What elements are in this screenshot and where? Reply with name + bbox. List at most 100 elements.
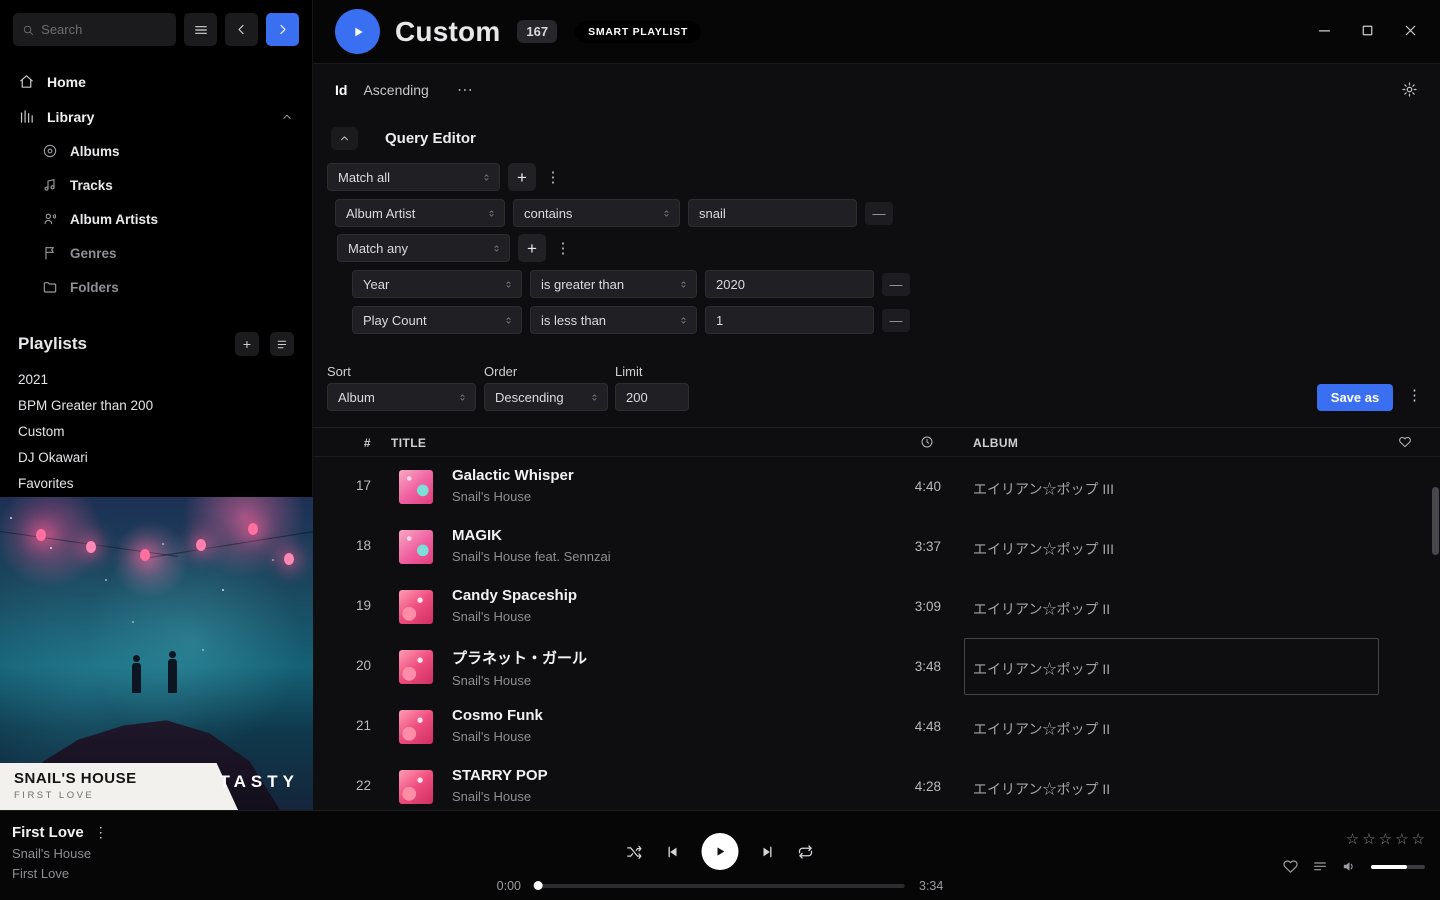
minus-icon: — [890,277,903,292]
menu-button[interactable] [184,13,217,46]
table-row[interactable]: 20 プラネット・ガールSnail's House 3:48 エイリアン☆ポップ… [313,637,1440,697]
table-row[interactable]: 21 Cosmo FunkSnail's House 4:48 エイリアン☆ポッ… [313,697,1440,757]
play-pause-button[interactable] [702,833,739,870]
match-mode-select[interactable]: Match all [327,163,500,191]
limit-input[interactable] [615,383,689,411]
volume-button[interactable] [1341,858,1358,875]
rule-value-input[interactable] [705,270,874,298]
sort-select[interactable]: Album [327,383,476,411]
search-input[interactable] [41,22,167,37]
column-header-title[interactable]: TITLE [391,436,426,450]
now-playing-options-button[interactable]: ⋮ [94,824,108,841]
playlist-item[interactable]: 2021 [0,366,312,392]
remove-rule-button[interactable]: — [882,273,910,296]
match-mode-select[interactable]: Match any [337,234,510,262]
sort-label: Sort [327,364,351,379]
maximize-button[interactable] [1359,22,1376,39]
playlist-item[interactable]: Favorites [0,470,312,496]
heart-icon [1282,858,1299,875]
column-header-album[interactable]: ALBUM [973,436,1018,450]
collapse-query-editor-button[interactable] [331,127,358,150]
save-options-button[interactable]: ⋮ [1407,386,1422,404]
now-playing-album: First Love [12,866,108,881]
add-playlist-button[interactable]: + [235,332,259,356]
seek-slider[interactable] [535,884,905,888]
close-button[interactable] [1402,22,1419,39]
seek-knob[interactable] [534,881,543,890]
sort-field-button[interactable]: Id [335,82,347,98]
rule-value-input[interactable] [688,199,857,227]
library-sublist: Albums Tracks Album Artists Genres Folde… [0,134,312,304]
sidebar-item-album-artists[interactable]: Album Artists [0,202,312,236]
rule-value-input[interactable] [705,306,874,334]
column-header-duration[interactable] [920,435,934,449]
remove-rule-button[interactable]: — [865,202,893,225]
sidebar-item-home[interactable]: Home [0,64,312,99]
rule-field-select[interactable]: Year [352,270,522,298]
limit-label: Limit [615,364,642,379]
chevron-up-icon [338,132,351,145]
queue-button[interactable] [1312,859,1328,875]
chevron-up-icon[interactable] [280,110,294,124]
select-arrows-icon [678,315,689,326]
table-row[interactable]: 17 Galactic WhisperSnail's House 4:40 エイ… [313,457,1440,517]
playlist-header: Custom 167 SMART PLAYLIST [313,0,1440,64]
track-title: Cosmo Funk [452,707,543,724]
column-header-index[interactable]: # [349,436,371,450]
settings-button[interactable] [1401,81,1418,98]
back-button[interactable] [225,13,258,46]
add-rule-button[interactable]: + [508,163,536,191]
group-options-button[interactable]: ⋮ [554,234,572,262]
order-select[interactable]: Descending [484,383,608,411]
search-box[interactable] [13,13,176,46]
save-as-button[interactable]: Save as [1317,384,1393,411]
rule-operator-select[interactable]: is less than [530,306,697,334]
rule-field-select[interactable]: Album Artist [335,199,505,227]
track-artist: Snail's House feat. Sennzai [452,549,611,564]
minus-icon: — [873,206,886,221]
playlist-item[interactable]: Custom [0,418,312,444]
shuffle-button[interactable] [626,843,644,861]
rule-operator-select[interactable]: contains [513,199,680,227]
page-title: Custom [395,16,500,48]
next-button[interactable] [760,844,776,860]
forward-button[interactable] [266,13,299,46]
sidebar-item-albums[interactable]: Albums [0,134,312,168]
lantern [284,553,294,565]
playlist-list-button[interactable] [270,332,294,356]
rule-field-select[interactable]: Play Count [352,306,522,334]
track-table: # TITLE ALBUM 17 Galactic WhisperSnail's… [313,427,1440,810]
playlist-item[interactable]: BPM Greater than 200 [0,392,312,418]
sidebar-item-genres[interactable]: Genres [0,236,312,270]
add-rule-button[interactable]: + [518,234,546,262]
table-row[interactable]: 18 MAGIKSnail's House feat. Sennzai 3:37… [313,517,1440,577]
queue-icon [1312,859,1328,875]
playlist-item[interactable]: DJ Okawari [0,444,312,470]
remove-rule-button[interactable]: — [882,309,910,332]
group-options-button[interactable]: ⋮ [544,163,562,191]
album-art-title: FIRST LOVE [14,790,238,801]
track-title: Candy Spaceship [452,587,577,604]
rule-operator-select[interactable]: is greater than [530,270,697,298]
star-icon[interactable]: ☆ [1362,830,1375,848]
vertical-scrollbar-thumb[interactable] [1432,487,1439,555]
previous-button[interactable] [665,844,681,860]
sort-direction-button[interactable]: Ascending [363,82,428,98]
favorite-button[interactable] [1282,858,1299,875]
star-icon[interactable]: ☆ [1346,830,1359,848]
table-row[interactable]: 19 Candy SpaceshipSnail's House 3:09 エイリ… [313,577,1440,637]
repeat-button[interactable] [797,843,815,861]
table-row[interactable]: 22 STARRY POPSnail's House 4:28 エイリアン☆ポッ… [313,757,1440,810]
sidebar-item-library[interactable]: Library [0,99,312,134]
more-options-button[interactable]: ⋯ [457,80,474,100]
sidebar-item-tracks[interactable]: Tracks [0,168,312,202]
player-right-controls [1282,858,1425,875]
star-icon[interactable]: ☆ [1379,830,1392,848]
minimize-button[interactable] [1316,22,1333,39]
column-header-favorite[interactable] [1398,435,1412,449]
volume-slider[interactable] [1371,865,1425,869]
star-icon[interactable]: ☆ [1412,830,1425,848]
sidebar-item-folders[interactable]: Folders [0,270,312,304]
play-playlist-button[interactable] [335,9,380,54]
star-icon[interactable]: ☆ [1395,830,1408,848]
